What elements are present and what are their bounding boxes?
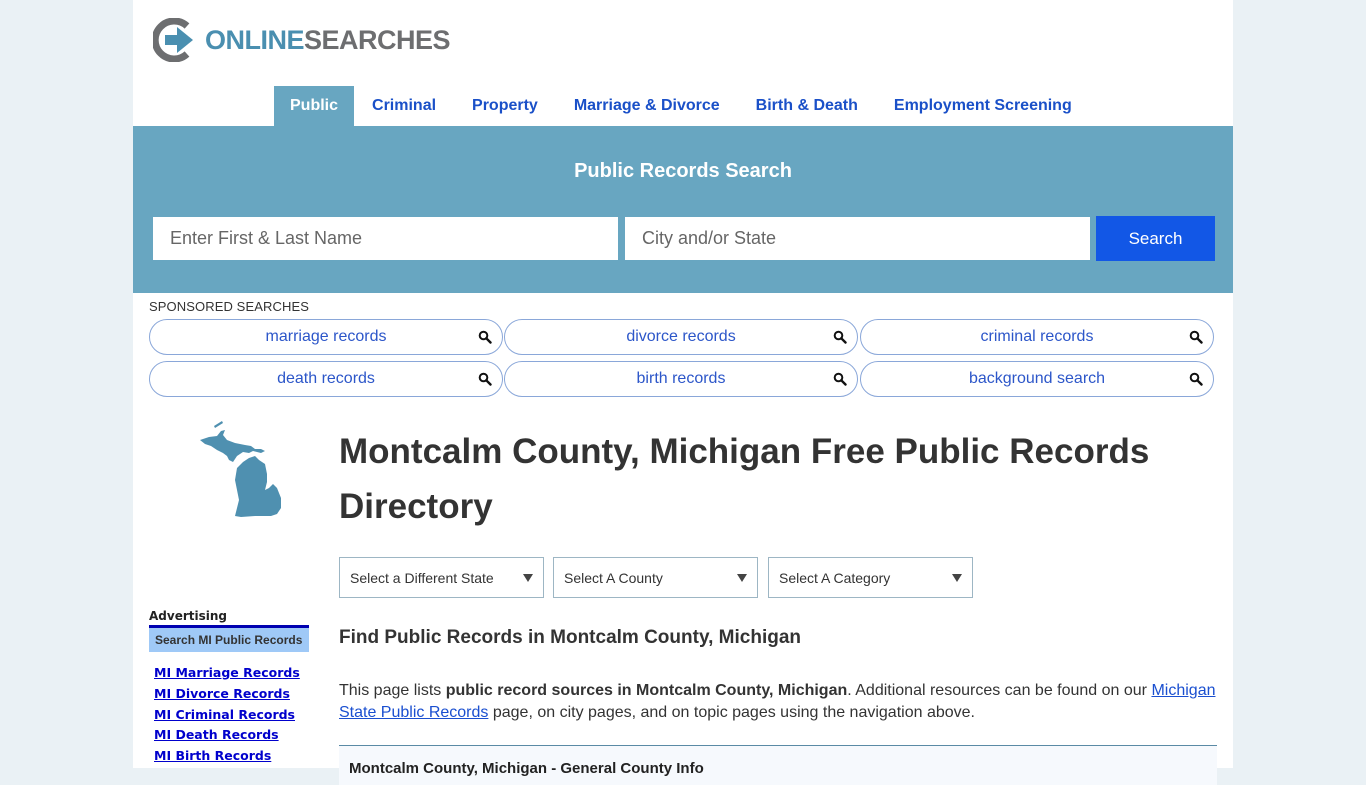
search-mi-records-box: Search MI Public Records xyxy=(149,625,309,652)
logo-text-online: ONLINE xyxy=(205,25,305,55)
magnifier-icon xyxy=(1189,372,1203,386)
sponsored-search-label: background search xyxy=(968,370,1106,387)
dropdown-arrow-icon xyxy=(523,574,533,582)
sponsored-searches-label: SPONSORED SEARCHES xyxy=(149,299,310,314)
page-container: ONLINESEARCHES Public Criminal Property … xyxy=(133,0,1233,785)
sponsored-search-marriage-records[interactable]: marriage records xyxy=(149,319,503,355)
sponsored-search-criminal-records[interactable]: criminal records xyxy=(860,319,1214,355)
category-select[interactable]: Select A Category xyxy=(768,557,973,598)
sponsored-search-death-records[interactable]: death records xyxy=(149,361,503,397)
magnifier-icon xyxy=(478,372,492,386)
page-title: Montcalm County, Michigan Free Public Re… xyxy=(339,432,1150,526)
category-select-value: Select A Category xyxy=(779,570,891,586)
nav-item-employment-screening[interactable]: Employment Screening xyxy=(876,86,1090,126)
sponsored-search-label: criminal records xyxy=(980,328,1094,345)
sidebar-link-mi-criminal-records[interactable]: MI Criminal Records xyxy=(154,705,300,726)
magnifier-icon xyxy=(833,330,847,344)
name-search-input[interactable] xyxy=(153,217,618,260)
sponsored-search-divorce-records[interactable]: divorce records xyxy=(504,319,858,355)
magnifier-icon xyxy=(1189,330,1203,344)
sponsored-search-label: divorce records xyxy=(626,328,736,345)
dropdown-arrow-icon xyxy=(952,574,962,582)
sidebar-link-mi-birth-records[interactable]: MI Birth Records xyxy=(154,746,300,767)
search-title: Public Records Search xyxy=(574,160,792,182)
location-search-input[interactable] xyxy=(625,217,1090,260)
advertising-label: Advertising xyxy=(149,609,227,623)
logo-text-searches: SEARCHES xyxy=(304,25,451,55)
site-logo[interactable]: ONLINESEARCHES xyxy=(153,18,451,62)
county-info-title: Montcalm County, Michigan - General Coun… xyxy=(349,760,704,777)
county-info-box: Montcalm County, Michigan - General Coun… xyxy=(339,745,1217,785)
intro-paragraph: This page lists public record sources in… xyxy=(339,680,1219,724)
sidebar-link-mi-marriage-records[interactable]: MI Marriage Records xyxy=(154,663,300,684)
dropdown-arrow-icon xyxy=(737,574,747,582)
sponsored-search-background-search[interactable]: background search xyxy=(860,361,1214,397)
magnifier-icon xyxy=(833,372,847,386)
county-select[interactable]: Select A County xyxy=(553,557,758,598)
michigan-map-icon xyxy=(200,421,281,517)
sponsored-search-label: birth records xyxy=(636,370,726,387)
nav-item-criminal[interactable]: Criminal xyxy=(354,86,454,126)
search-button[interactable]: Search xyxy=(1096,216,1215,261)
sidebar-link-mi-divorce-records[interactable]: MI Divorce Records xyxy=(154,684,300,705)
nav-item-public[interactable]: Public xyxy=(274,86,355,126)
sponsored-search-label: death records xyxy=(277,370,375,387)
state-select-value: Select a Different State xyxy=(350,570,494,586)
intro-text: This page lists xyxy=(339,682,446,699)
intro-bold-text: public record sources in Montcalm County… xyxy=(445,682,848,699)
intro-text: . Additional resources can be found on o… xyxy=(847,682,1152,699)
sponsored-search-birth-records[interactable]: birth records xyxy=(504,361,858,397)
sponsored-search-label: marriage records xyxy=(265,328,387,345)
section-heading: Find Public Records in Montcalm County, … xyxy=(339,627,802,648)
arrow-circle-logo-icon xyxy=(153,18,193,62)
county-select-value: Select A County xyxy=(564,570,663,586)
main-nav: Public Criminal Property Marriage & Divo… xyxy=(274,86,1090,126)
nav-item-property[interactable]: Property xyxy=(454,86,556,126)
search-panel: Public Records Search Search xyxy=(133,126,1233,293)
sidebar-link-mi-death-records[interactable]: MI Death Records xyxy=(154,725,300,746)
sidebar-links: MI Marriage Records MI Divorce Records M… xyxy=(154,663,300,767)
state-select[interactable]: Select a Different State xyxy=(339,557,544,598)
nav-item-birth-death[interactable]: Birth & Death xyxy=(738,86,876,126)
nav-item-marriage-divorce[interactable]: Marriage & Divorce xyxy=(556,86,738,126)
intro-text: page, on city pages, and on topic pages … xyxy=(488,704,975,721)
magnifier-icon xyxy=(478,330,492,344)
